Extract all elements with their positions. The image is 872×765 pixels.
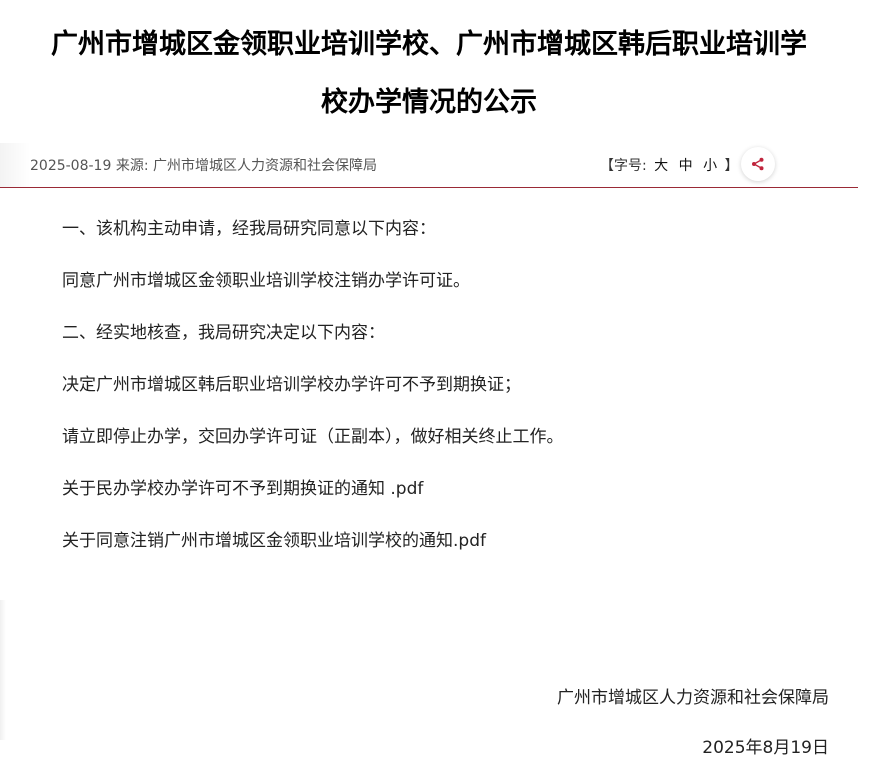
font-size-small-button[interactable]: 小 xyxy=(703,158,717,174)
paragraph-2: 同意广州市增城区金领职业培训学校注销办学许可证。 xyxy=(62,271,470,291)
source-label: 来源: xyxy=(115,158,149,174)
paragraph-5: 请立即停止办学，交回办学许可证（正副本），做好相关终止工作。 xyxy=(62,427,564,447)
source-name: 广州市增城区人力资源和社会保障局 xyxy=(153,158,377,174)
share-button[interactable] xyxy=(741,147,775,181)
page-edge-shadow xyxy=(0,600,6,740)
paragraph-4: 决定广州市增城区韩后职业培训学校办学许可不予到期换证； xyxy=(62,375,521,395)
font-size-label: 【字号: xyxy=(600,158,647,174)
article-title-line-1: 广州市增城区金领职业培训学校、广州市增城区韩后职业培训学 xyxy=(51,29,807,60)
font-size-medium-button[interactable]: 中 xyxy=(679,158,693,174)
article-meta: 2025-08-19 来源: 广州市增城区人力资源和社会保障局 xyxy=(30,155,377,175)
share-icon xyxy=(752,157,764,171)
font-size-end: 】 xyxy=(724,158,739,174)
attachment-link-2[interactable]: 关于同意注销广州市增城区金领职业培训学校的通知.pdf xyxy=(62,526,842,578)
font-size-large-button[interactable]: 大 xyxy=(654,158,668,174)
publish-date: 2025-08-19 xyxy=(30,158,112,174)
attachment-link-1[interactable]: 关于民办学校办学许可不予到期换证的通知 .pdf xyxy=(62,474,842,526)
font-size-selector: 【字号: 大 中 小 】 xyxy=(600,155,739,175)
article-meta-bar: 2025-08-19 来源: 广州市增城区人力资源和社会保障局 【字号: 大 中… xyxy=(0,143,858,188)
signature-organization: 广州市增城区人力资源和社会保障局 xyxy=(557,688,829,708)
paragraph-1: 一、该机构主动申请，经我局研究同意以下内容： xyxy=(62,219,436,239)
article-title: 广州市增城区金领职业培训学校、广州市增城区韩后职业培训学 校办学情况的公示 xyxy=(0,16,858,132)
article-title-line-2: 校办学情况的公示 xyxy=(321,87,537,118)
paragraph-3: 二、经实地核查，我局研究决定以下内容： xyxy=(62,323,385,343)
article-body: 一、该机构主动申请，经我局研究同意以下内容： 同意广州市增城区金领职业培训学校注… xyxy=(62,214,842,578)
signature-date: 2025年8月19日 xyxy=(702,738,829,758)
